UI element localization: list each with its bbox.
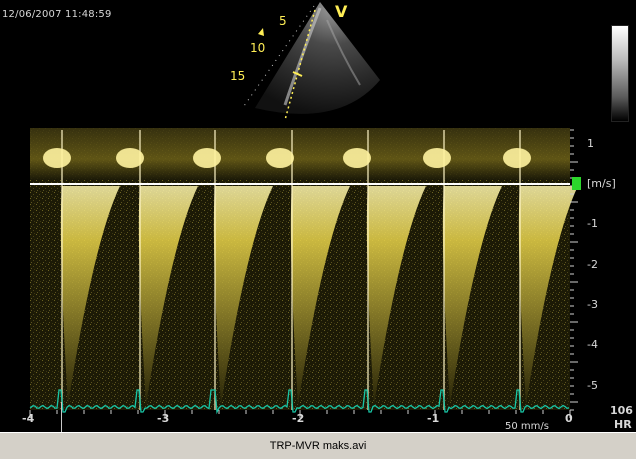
- depth-label-5: 5: [279, 14, 287, 28]
- sector-fan: [255, 2, 380, 114]
- time-tick-neg3: -3: [157, 412, 170, 425]
- forward-flow-blob: [266, 148, 294, 168]
- velocity-tick-neg1: -1: [587, 217, 598, 230]
- time-tick-neg1: -1: [427, 412, 440, 425]
- forward-flow-band: [30, 128, 570, 180]
- velocity-unit: [m/s]: [587, 177, 616, 190]
- grayscale-bar: [611, 25, 629, 122]
- sweep-speed: 50 mm/s: [505, 421, 549, 432]
- echo-sector-image: V 5 10 15: [230, 2, 380, 121]
- forward-flow-blob: [116, 148, 144, 168]
- forward-flow-blob: [503, 148, 531, 168]
- heart-rate-value: 106: [610, 404, 633, 417]
- orientation-marker-icon: [258, 28, 264, 36]
- baseline-marker[interactable]: [572, 177, 581, 190]
- depth-label-10: 10: [250, 41, 265, 55]
- depth-label-15: 15: [230, 69, 245, 83]
- time-cursor[interactable]: [61, 402, 62, 432]
- filename-label: TRP-MVR maks.avi: [269, 440, 367, 452]
- forward-flow-blob: [423, 148, 451, 168]
- velocity-tick-1: 1: [587, 137, 594, 150]
- mode-letter: V: [335, 2, 348, 21]
- doppler-spectrum: [29, 128, 578, 418]
- forward-flow-blob: [43, 148, 71, 168]
- forward-flow-blob: [343, 148, 371, 168]
- time-tick-neg4: -4: [22, 412, 35, 425]
- heart-rate-label: HR: [614, 418, 632, 431]
- time-tick-0: 0: [565, 412, 573, 425]
- timestamp: 12/06/2007 11:48:59: [2, 9, 112, 20]
- forward-flow-blob: [193, 148, 221, 168]
- time-tick-neg2: -2: [292, 412, 305, 425]
- velocity-tick-neg5: -5: [587, 379, 598, 392]
- velocity-tick-neg4: -4: [587, 338, 598, 351]
- velocity-tick-neg3: -3: [587, 298, 598, 311]
- status-bar: TRP-MVR maks.avi: [0, 432, 636, 459]
- velocity-tick-neg2: -2: [587, 258, 598, 271]
